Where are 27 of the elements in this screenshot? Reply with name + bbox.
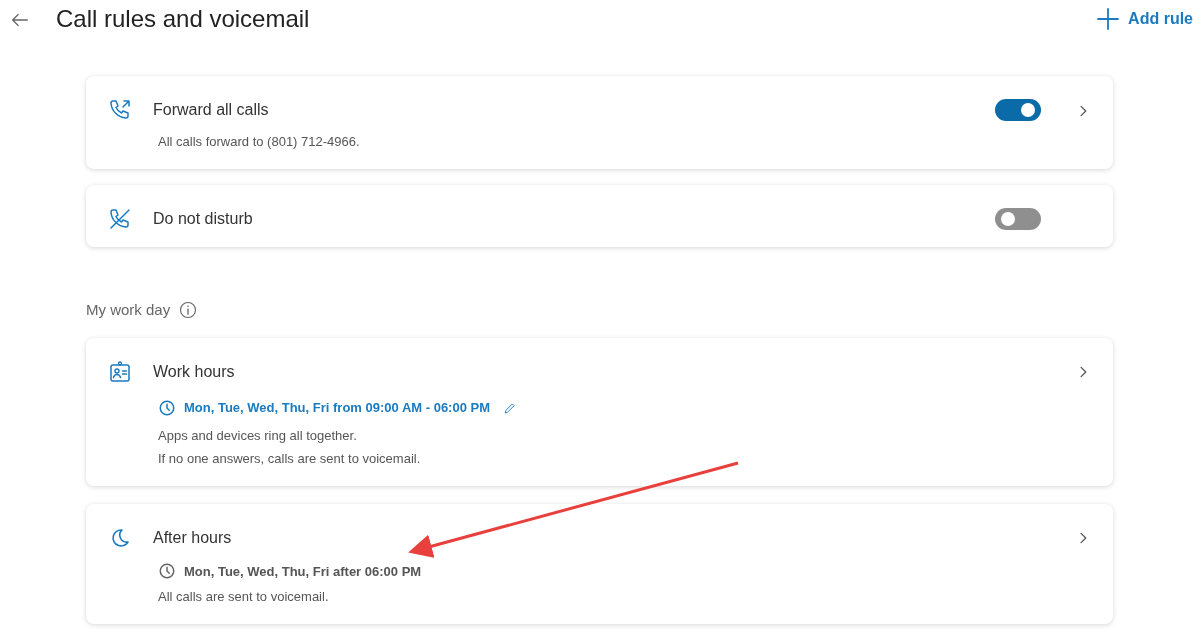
rule-title: Work hours <box>153 361 236 382</box>
rule-title: Forward all calls <box>153 100 270 120</box>
rule-description: All calls are sent to voicemail. <box>158 588 330 606</box>
page-title: Call rules and voicemail <box>56 4 311 34</box>
rule-description: All calls forward to (801) 712-4966. <box>158 133 361 151</box>
info-icon[interactable] <box>178 300 199 321</box>
toggle-switch[interactable] <box>995 208 1041 230</box>
contact-card-icon <box>108 359 132 384</box>
rule-description: Apps and devices ring all together. <box>158 426 358 445</box>
plus-icon <box>1096 7 1121 31</box>
rule-card[interactable]: Do not disturb <box>86 185 1113 247</box>
pencil-icon <box>503 401 517 416</box>
clock-icon <box>158 398 176 417</box>
toggle-switch[interactable] <box>995 99 1041 121</box>
rule-card[interactable]: After hours Mon, Tue, Wed, Thu, Fri after 06:00 PM All calls are sent to voicemail. <box>86 503 1113 624</box>
rule-title: Do not disturb <box>153 209 254 229</box>
section-label: My work day <box>86 300 171 320</box>
schedule-text: Mon, Tue, Wed, Thu, Fri from 09:00 AM - 06:00 PM <box>184 398 490 417</box>
rule-title: After hours <box>153 527 233 548</box>
rule-card[interactable]: Work hours Mon, Tue, Wed, Thu, Fri from 09:00 AM - 06:00 PM Apps and devices ring all together. If no one answers, calls are sent to voicemail. <box>86 337 1113 486</box>
add-rule-button[interactable]: Add rule <box>1096 7 1193 31</box>
phone-off-icon <box>108 207 132 231</box>
rule-description: If no one answers, calls are sent to voicemail. <box>158 449 422 468</box>
phone-forward-icon <box>108 98 132 122</box>
schedule-text: Mon, Tue, Wed, Thu, Fri after 06:00 PM <box>184 562 422 581</box>
rule-card[interactable]: Forward all calls All calls forward to (801) 712-4966. <box>86 76 1113 169</box>
clock-icon <box>158 562 176 581</box>
